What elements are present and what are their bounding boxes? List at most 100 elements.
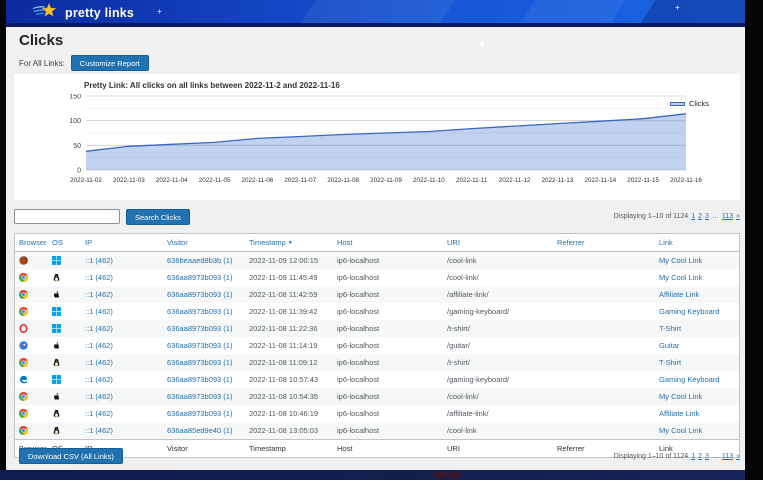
- pretty-link-link[interactable]: My Cool Link: [659, 273, 702, 282]
- pretty-link-link[interactable]: My Cool Link: [659, 426, 702, 435]
- pretty-link-link[interactable]: Guitar: [659, 341, 679, 350]
- ip-link[interactable]: ::1 (462): [85, 375, 113, 384]
- uri-cell: /cool-link: [443, 422, 553, 440]
- ip-link[interactable]: ::1 (462): [85, 409, 113, 418]
- ip-link[interactable]: ::1 (462): [85, 307, 113, 316]
- download-csv-button[interactable]: Download CSV (All Links): [19, 448, 123, 464]
- table-row[interactable]: ::1 (462) 636aa8973b093 (1) 2022-11-08 1…: [15, 354, 739, 371]
- ip-link[interactable]: ::1 (462): [85, 290, 113, 299]
- page-link[interactable]: 2: [698, 453, 702, 460]
- table-row[interactable]: ::1 (462) 636aa8973b093 (1) 2022-11-08 1…: [15, 337, 739, 354]
- visitor-link[interactable]: 636aa8973b093 (1): [167, 392, 232, 401]
- host-cell: ip6-localhost: [333, 252, 443, 270]
- visitor-link[interactable]: 636aa8973b093 (1): [167, 290, 232, 299]
- uri-cell: /affiliate-link/: [443, 405, 553, 422]
- table-row[interactable]: ::1 (462) 636aa8973b093 (1) 2022-11-08 1…: [15, 405, 739, 422]
- visitor-link[interactable]: 636aa8973b093 (1): [167, 273, 232, 282]
- pretty-link-link[interactable]: T-Shirt: [659, 324, 681, 333]
- browser-icon-cell: [15, 371, 48, 388]
- visitor-link[interactable]: 636aa8973b093 (1): [167, 341, 232, 350]
- visitor-link[interactable]: 636aa85ed9e40 (1): [167, 426, 232, 435]
- ip-cell: ::1 (462): [81, 354, 163, 371]
- visitor-link[interactable]: 636beaaed8b3b (1): [167, 256, 232, 265]
- column-header-visitor[interactable]: Visitor: [163, 234, 245, 252]
- ip-link[interactable]: ::1 (462): [85, 341, 113, 350]
- ip-link[interactable]: ::1 (462): [85, 358, 113, 367]
- uri-cell: /t-shirt/: [443, 354, 553, 371]
- windows-icon: [52, 324, 61, 333]
- ip-cell: ::1 (462): [81, 337, 163, 354]
- footer-column-visitor: Visitor: [163, 440, 245, 458]
- page-link[interactable]: 113: [722, 453, 733, 460]
- host-cell: ip6-localhost: [333, 371, 443, 388]
- search-input[interactable]: [14, 209, 120, 224]
- timestamp-cell: 2022-11-08 10:46:19: [245, 405, 333, 422]
- ip-link[interactable]: ::1 (462): [85, 324, 113, 333]
- page-link[interactable]: 1: [691, 453, 695, 460]
- page-link[interactable]: 1: [691, 213, 695, 220]
- chrome-icon: [19, 392, 28, 401]
- browser-icon-cell: [15, 354, 48, 371]
- pretty-link-link[interactable]: T-Shirt: [659, 358, 681, 367]
- column-header-os[interactable]: OS: [48, 234, 81, 252]
- ip-link[interactable]: ::1 (462): [85, 392, 113, 401]
- table-row[interactable]: ::1 (462) 636aa8973b093 (1) 2022-11-08 1…: [15, 286, 739, 303]
- pretty-link-link[interactable]: Gaming Keyboard: [659, 375, 719, 384]
- column-header-timestamp[interactable]: Timestamp ▼: [245, 234, 333, 252]
- visitor-link[interactable]: 636aa8973b093 (1): [167, 307, 232, 316]
- svg-text:2022-11-08: 2022-11-08: [327, 177, 359, 184]
- visitor-link[interactable]: 636aa8973b093 (1): [167, 409, 232, 418]
- pagination-summary: Displaying 1–10 of 1124: [614, 213, 689, 220]
- customize-report-button[interactable]: Customize Report: [71, 55, 149, 71]
- column-header-referrer[interactable]: Referrer: [553, 234, 655, 252]
- page-link-next[interactable]: »: [736, 453, 740, 460]
- column-header-uri[interactable]: URI: [443, 234, 553, 252]
- page-link[interactable]: 3: [705, 213, 709, 220]
- linux-icon: [52, 426, 61, 435]
- browser-icon-cell: [15, 269, 48, 286]
- svg-text:2022-11-10: 2022-11-10: [413, 177, 445, 184]
- pretty-link-link[interactable]: Affiliate Link: [659, 290, 699, 299]
- table-row[interactable]: ::1 (462) 636aa8973b093 (1) 2022-11-08 1…: [15, 371, 739, 388]
- ip-link[interactable]: ::1 (462): [85, 273, 113, 282]
- page-link[interactable]: 2: [698, 213, 702, 220]
- page-link[interactable]: 3: [705, 453, 709, 460]
- table-row[interactable]: ::1 (462) 636aa8973b093 (1) 2022-11-08 1…: [15, 388, 739, 405]
- svg-text:50: 50: [73, 143, 81, 150]
- column-header-link[interactable]: Link: [655, 234, 739, 252]
- page-ellipsis: …: [712, 453, 719, 460]
- referrer-cell: [553, 354, 655, 371]
- pretty-link-link[interactable]: Affiliate Link: [659, 409, 699, 418]
- os-icon-cell: [48, 303, 81, 320]
- page-link[interactable]: 113: [722, 213, 733, 220]
- pretty-link-link[interactable]: My Cool Link: [659, 256, 702, 265]
- table-row[interactable]: ::1 (462) 636aa8973b093 (1) 2022-11-08 1…: [15, 303, 739, 320]
- ip-cell: ::1 (462): [81, 269, 163, 286]
- table-row[interactable]: ::1 (462) 636aa85ed9e40 (1) 2022-11-08 1…: [15, 422, 739, 440]
- ip-link[interactable]: ::1 (462): [85, 256, 113, 265]
- page-link-next[interactable]: »: [736, 213, 740, 220]
- search-clicks-button[interactable]: Search Clicks: [126, 209, 190, 225]
- svg-text:2022-11-16: 2022-11-16: [670, 177, 702, 184]
- pretty-links-star-icon: [32, 2, 60, 23]
- table-row[interactable]: ::1 (462) 636aa8973b093 (1) 2022-11-09 1…: [15, 269, 739, 286]
- referrer-cell: [553, 388, 655, 405]
- pagination-top: Displaying 1–10 of 1124 1 2 3 … 113 »: [614, 213, 740, 220]
- os-icon-cell: [48, 422, 81, 440]
- visitor-cell: 636aa8973b093 (1): [163, 388, 245, 405]
- table-row[interactable]: ::1 (462) 636aa8973b093 (1) 2022-11-08 1…: [15, 320, 739, 337]
- pretty-link-link[interactable]: Gaming Keyboard: [659, 307, 719, 316]
- ip-link[interactable]: ::1 (462): [85, 426, 113, 435]
- visitor-link[interactable]: 636aa8973b093 (1): [167, 324, 232, 333]
- pagination-summary: Displaying 1–10 of 1124: [614, 453, 689, 460]
- column-header-ip[interactable]: IP: [81, 234, 163, 252]
- safari-icon: [19, 341, 28, 350]
- column-header-host[interactable]: Host: [333, 234, 443, 252]
- table-row[interactable]: ::1 (462) 636beaaed8b3b (1) 2022-11-09 1…: [15, 252, 739, 270]
- svg-text:2022-11-11: 2022-11-11: [456, 177, 488, 184]
- visitor-link[interactable]: 636aa8973b093 (1): [167, 358, 232, 367]
- visitor-link[interactable]: 636aa8973b093 (1): [167, 375, 232, 384]
- column-header-browser[interactable]: Browser: [15, 234, 48, 252]
- pretty-link-link[interactable]: My Cool Link: [659, 392, 702, 401]
- referrer-cell: [553, 371, 655, 388]
